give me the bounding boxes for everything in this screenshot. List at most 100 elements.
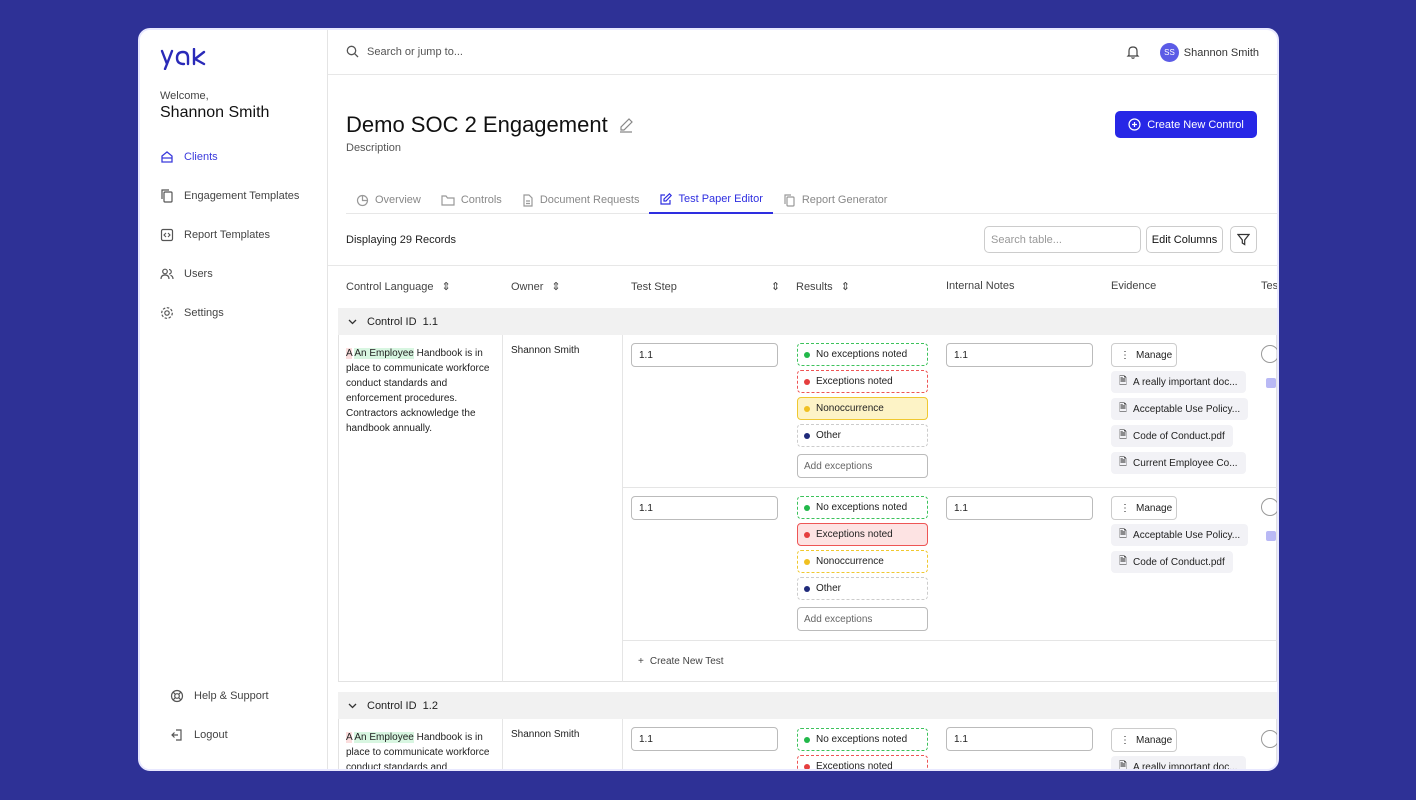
building-icon [161, 151, 173, 163]
manage-evidence-button[interactable]: ⋮ Manage [1111, 343, 1177, 367]
checkbox-icon[interactable] [1266, 378, 1276, 388]
create-new-test-button[interactable]: + Create New Test [638, 656, 724, 667]
search-placeholder: Search or jump to... [367, 45, 463, 58]
column-header-test-step[interactable]: Test Step ⇕ [631, 280, 780, 294]
file-icon: 🗎 [1119, 375, 1128, 387]
add-exceptions-input[interactable]: Add exceptions [797, 454, 928, 478]
avatar[interactable]: SS [1160, 43, 1179, 62]
column-header-owner[interactable]: Owner ⇕ [511, 280, 561, 294]
chevron-down-icon[interactable] [348, 317, 357, 326]
internal-notes-input[interactable]: 1.1 [946, 343, 1093, 367]
sidebar-item-clients[interactable]: Clients [160, 150, 218, 164]
topbar-user-name[interactable]: Shannon Smith [1184, 47, 1259, 59]
result-nonoccurrence[interactable]: Nonoccurrence [797, 397, 928, 420]
document-icon [523, 193, 533, 207]
help-support-link[interactable]: Help & Support [170, 689, 269, 703]
sort-icon[interactable]: ⇕ [771, 280, 780, 293]
internal-notes-input[interactable]: 1.1 [946, 496, 1093, 520]
column-header-internal-notes[interactable]: Internal Notes [946, 280, 1014, 292]
column-divider [502, 719, 503, 769]
global-search[interactable]: Search or jump to... [346, 45, 463, 58]
tab-report-generator[interactable]: Report Generator [773, 186, 898, 214]
result-exceptions-noted[interactable]: Exceptions noted [797, 755, 928, 769]
group-header-1-2[interactable]: Control ID 1.2 [338, 692, 1277, 719]
column-header-control-language[interactable]: Control Language ⇕ [346, 280, 451, 294]
edit-columns-button[interactable]: Edit Columns [1146, 226, 1223, 253]
file-icon: 🗎 [1119, 456, 1128, 468]
internal-notes-input[interactable]: 1.1 [946, 727, 1093, 751]
result-no-exceptions[interactable]: No exceptions noted [797, 496, 928, 519]
page-title-text: Demo SOC 2 Engagement [346, 112, 608, 137]
yak-logo[interactable] [160, 47, 212, 75]
column-label: Results [796, 280, 833, 293]
sidebar-item-label: Users [184, 268, 213, 280]
evidence-file[interactable]: 🗎 Code of Conduct.pdf [1111, 425, 1233, 447]
column-divider [622, 719, 623, 769]
sidebar-item-report-templates[interactable]: Report Templates [160, 228, 270, 242]
sidebar-item-label: Clients [184, 151, 218, 163]
lifebuoy-icon [170, 689, 184, 703]
evidence-file[interactable]: 🗎 Current Employee Co... [1111, 452, 1246, 474]
result-exceptions-noted[interactable]: Exceptions noted [797, 523, 928, 546]
logout-link[interactable]: Logout [170, 728, 228, 742]
sort-icon[interactable]: ⇕ [441, 280, 450, 293]
table-search-input[interactable]: Search table... [984, 226, 1141, 253]
create-new-control-button[interactable]: Create New Control [1115, 111, 1257, 138]
bell-icon[interactable] [1125, 44, 1141, 65]
logout-icon [171, 729, 182, 741]
column-header-tes[interactable]: Tes [1261, 280, 1279, 292]
plus-icon: + [638, 656, 644, 667]
sidebar-item-engagement-templates[interactable]: Engagement Templates [160, 189, 299, 203]
edit-icon[interactable] [618, 117, 634, 133]
column-label: Tes [1261, 280, 1279, 292]
tester-avatar-icon[interactable] [1261, 345, 1277, 363]
result-no-exceptions[interactable]: No exceptions noted [797, 728, 928, 751]
tester-avatar-icon[interactable] [1261, 730, 1277, 748]
file-icon: 🗎 [1119, 555, 1128, 567]
sort-icon[interactable]: ⇕ [841, 280, 850, 293]
result-other[interactable]: Other [797, 577, 928, 600]
evidence-file[interactable]: 🗎 Acceptable Use Policy... [1111, 524, 1249, 546]
table-header-row: Control Language ⇕ Owner ⇕ Test Step ⇕ Resu… [328, 265, 1277, 305]
control-language-text: A An Employee Handbook is in place to co… [346, 348, 490, 434]
sidebar-item-settings[interactable]: Settings [160, 306, 224, 320]
filter-button[interactable] [1230, 226, 1257, 253]
test-step-input[interactable]: 1.1 [631, 727, 778, 751]
chevron-down-icon[interactable] [348, 701, 357, 710]
result-other[interactable]: Other [797, 424, 928, 447]
plus-circle-icon [1128, 118, 1141, 131]
group-header-1-1[interactable]: Control ID 1.1 [338, 308, 1277, 335]
tab-overview[interactable]: Overview [346, 186, 431, 214]
test-step-input[interactable]: 1.1 [631, 343, 778, 367]
tab-label: Test Paper Editor [678, 193, 763, 205]
result-exceptions-noted[interactable]: Exceptions noted [797, 370, 928, 393]
tab-label: Overview [375, 194, 421, 206]
result-no-exceptions[interactable]: No exceptions noted [797, 343, 928, 366]
help-support-label: Help & Support [194, 690, 269, 702]
sidebar-item-label: Settings [184, 307, 224, 319]
sort-icon[interactable]: ⇕ [551, 280, 560, 293]
welcome-text: Welcome, [160, 90, 209, 102]
manage-evidence-button[interactable]: ⋮ Manage [1111, 728, 1177, 752]
evidence-file[interactable]: 🗎 A really important doc... [1111, 756, 1246, 769]
tester-avatar-icon[interactable] [1261, 498, 1277, 516]
evidence-file[interactable]: 🗎 Code of Conduct.pdf [1111, 551, 1233, 573]
checkbox-icon[interactable] [1266, 531, 1276, 541]
column-header-results[interactable]: Results ⇕ [796, 280, 850, 294]
column-label: Internal Notes [946, 280, 1015, 292]
result-nonoccurrence[interactable]: Nonoccurrence [797, 550, 928, 573]
evidence-file[interactable]: 🗎 Acceptable Use Policy... [1111, 398, 1249, 420]
file-icon: 🗎 [1119, 429, 1128, 441]
manage-evidence-button[interactable]: ⋮ Manage [1111, 496, 1177, 520]
sidebar-item-users[interactable]: Users [160, 267, 213, 281]
tab-controls[interactable]: Controls [431, 186, 512, 214]
add-exceptions-input[interactable]: Add exceptions [797, 607, 928, 631]
tab-test-paper-editor[interactable]: Test Paper Editor [649, 186, 773, 214]
test-step-input[interactable]: 1.1 [631, 496, 778, 520]
sidebar-user-name: Shannon Smith [160, 104, 270, 121]
tab-document-requests[interactable]: Document Requests [512, 186, 650, 214]
owner-cell: Shannon Smith [511, 729, 580, 740]
search-icon [346, 45, 359, 58]
column-header-evidence[interactable]: Evidence [1111, 280, 1156, 292]
evidence-file[interactable]: 🗎 A really important doc... [1111, 371, 1246, 393]
